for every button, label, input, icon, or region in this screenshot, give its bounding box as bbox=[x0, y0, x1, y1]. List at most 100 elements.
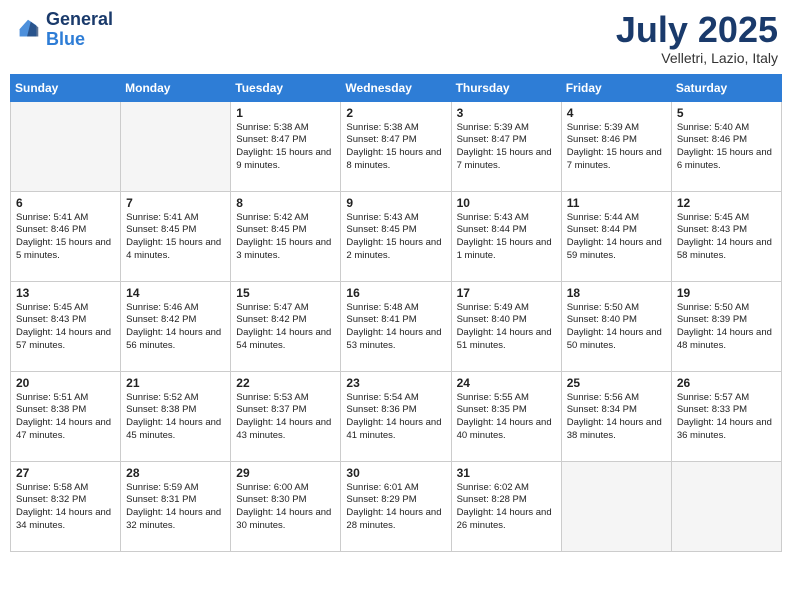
day-number: 16 bbox=[346, 286, 445, 300]
day-detail: Sunrise: 5:41 AMSunset: 8:45 PMDaylight:… bbox=[126, 212, 225, 263]
day-number: 2 bbox=[346, 106, 445, 120]
day-number: 11 bbox=[567, 196, 666, 210]
calendar-cell bbox=[11, 101, 121, 191]
page-header: General Blue July 2025 Velletri, Lazio, … bbox=[10, 10, 782, 66]
calendar-cell bbox=[671, 461, 781, 551]
day-detail: Sunrise: 5:52 AMSunset: 8:38 PMDaylight:… bbox=[126, 392, 225, 443]
day-detail: Sunrise: 5:40 AMSunset: 8:46 PMDaylight:… bbox=[677, 122, 776, 173]
calendar-cell: 24 Sunrise: 5:55 AMSunset: 8:35 PMDaylig… bbox=[451, 371, 561, 461]
day-number: 15 bbox=[236, 286, 335, 300]
day-detail: Sunrise: 5:49 AMSunset: 8:40 PMDaylight:… bbox=[457, 302, 556, 353]
logo-icon bbox=[14, 16, 42, 44]
calendar-cell: 27 Sunrise: 5:58 AMSunset: 8:32 PMDaylig… bbox=[11, 461, 121, 551]
calendar-cell: 29 Sunrise: 6:00 AMSunset: 8:30 PMDaylig… bbox=[231, 461, 341, 551]
calendar-cell: 25 Sunrise: 5:56 AMSunset: 8:34 PMDaylig… bbox=[561, 371, 671, 461]
day-number: 8 bbox=[236, 196, 335, 210]
calendar-cell: 7 Sunrise: 5:41 AMSunset: 8:45 PMDayligh… bbox=[121, 191, 231, 281]
day-number: 10 bbox=[457, 196, 556, 210]
day-number: 21 bbox=[126, 376, 225, 390]
day-detail: Sunrise: 5:56 AMSunset: 8:34 PMDaylight:… bbox=[567, 392, 666, 443]
calendar-cell: 31 Sunrise: 6:02 AMSunset: 8:28 PMDaylig… bbox=[451, 461, 561, 551]
day-detail: Sunrise: 5:42 AMSunset: 8:45 PMDaylight:… bbox=[236, 212, 335, 263]
calendar-cell: 10 Sunrise: 5:43 AMSunset: 8:44 PMDaylig… bbox=[451, 191, 561, 281]
calendar-cell: 28 Sunrise: 5:59 AMSunset: 8:31 PMDaylig… bbox=[121, 461, 231, 551]
day-detail: Sunrise: 5:57 AMSunset: 8:33 PMDaylight:… bbox=[677, 392, 776, 443]
day-number: 20 bbox=[16, 376, 115, 390]
calendar-cell: 13 Sunrise: 5:45 AMSunset: 8:43 PMDaylig… bbox=[11, 281, 121, 371]
day-detail: Sunrise: 6:01 AMSunset: 8:29 PMDaylight:… bbox=[346, 482, 445, 533]
day-number: 27 bbox=[16, 466, 115, 480]
day-detail: Sunrise: 6:00 AMSunset: 8:30 PMDaylight:… bbox=[236, 482, 335, 533]
dow-header: Wednesday bbox=[341, 74, 451, 101]
day-detail: Sunrise: 5:59 AMSunset: 8:31 PMDaylight:… bbox=[126, 482, 225, 533]
day-detail: Sunrise: 5:58 AMSunset: 8:32 PMDaylight:… bbox=[16, 482, 115, 533]
calendar-cell: 21 Sunrise: 5:52 AMSunset: 8:38 PMDaylig… bbox=[121, 371, 231, 461]
day-number: 23 bbox=[346, 376, 445, 390]
title-block: July 2025 Velletri, Lazio, Italy bbox=[616, 10, 778, 66]
dow-header: Monday bbox=[121, 74, 231, 101]
calendar-cell: 14 Sunrise: 5:46 AMSunset: 8:42 PMDaylig… bbox=[121, 281, 231, 371]
calendar-cell: 3 Sunrise: 5:39 AMSunset: 8:47 PMDayligh… bbox=[451, 101, 561, 191]
day-number: 12 bbox=[677, 196, 776, 210]
day-number: 18 bbox=[567, 286, 666, 300]
logo-text: General Blue bbox=[46, 10, 113, 50]
day-detail: Sunrise: 5:46 AMSunset: 8:42 PMDaylight:… bbox=[126, 302, 225, 353]
day-detail: Sunrise: 5:53 AMSunset: 8:37 PMDaylight:… bbox=[236, 392, 335, 443]
dow-header: Friday bbox=[561, 74, 671, 101]
day-number: 5 bbox=[677, 106, 776, 120]
day-detail: Sunrise: 5:55 AMSunset: 8:35 PMDaylight:… bbox=[457, 392, 556, 443]
calendar-week-row: 1 Sunrise: 5:38 AMSunset: 8:47 PMDayligh… bbox=[11, 101, 782, 191]
calendar-cell: 15 Sunrise: 5:47 AMSunset: 8:42 PMDaylig… bbox=[231, 281, 341, 371]
calendar-cell: 4 Sunrise: 5:39 AMSunset: 8:46 PMDayligh… bbox=[561, 101, 671, 191]
day-detail: Sunrise: 5:39 AMSunset: 8:47 PMDaylight:… bbox=[457, 122, 556, 173]
day-detail: Sunrise: 5:51 AMSunset: 8:38 PMDaylight:… bbox=[16, 392, 115, 443]
day-number: 1 bbox=[236, 106, 335, 120]
calendar-week-row: 20 Sunrise: 5:51 AMSunset: 8:38 PMDaylig… bbox=[11, 371, 782, 461]
calendar-week-row: 6 Sunrise: 5:41 AMSunset: 8:46 PMDayligh… bbox=[11, 191, 782, 281]
calendar-cell: 20 Sunrise: 5:51 AMSunset: 8:38 PMDaylig… bbox=[11, 371, 121, 461]
day-number: 7 bbox=[126, 196, 225, 210]
calendar-cell: 5 Sunrise: 5:40 AMSunset: 8:46 PMDayligh… bbox=[671, 101, 781, 191]
calendar-week-row: 13 Sunrise: 5:45 AMSunset: 8:43 PMDaylig… bbox=[11, 281, 782, 371]
day-number: 30 bbox=[346, 466, 445, 480]
logo: General Blue bbox=[14, 10, 113, 50]
day-number: 6 bbox=[16, 196, 115, 210]
calendar-cell: 16 Sunrise: 5:48 AMSunset: 8:41 PMDaylig… bbox=[341, 281, 451, 371]
calendar-cell: 30 Sunrise: 6:01 AMSunset: 8:29 PMDaylig… bbox=[341, 461, 451, 551]
calendar-body: 1 Sunrise: 5:38 AMSunset: 8:47 PMDayligh… bbox=[11, 101, 782, 551]
day-number: 9 bbox=[346, 196, 445, 210]
calendar-cell: 26 Sunrise: 5:57 AMSunset: 8:33 PMDaylig… bbox=[671, 371, 781, 461]
day-detail: Sunrise: 5:45 AMSunset: 8:43 PMDaylight:… bbox=[677, 212, 776, 263]
calendar-week-row: 27 Sunrise: 5:58 AMSunset: 8:32 PMDaylig… bbox=[11, 461, 782, 551]
day-detail: Sunrise: 5:44 AMSunset: 8:44 PMDaylight:… bbox=[567, 212, 666, 263]
calendar-cell bbox=[121, 101, 231, 191]
dow-header: Sunday bbox=[11, 74, 121, 101]
calendar-cell: 23 Sunrise: 5:54 AMSunset: 8:36 PMDaylig… bbox=[341, 371, 451, 461]
day-detail: Sunrise: 5:39 AMSunset: 8:46 PMDaylight:… bbox=[567, 122, 666, 173]
calendar-cell: 11 Sunrise: 5:44 AMSunset: 8:44 PMDaylig… bbox=[561, 191, 671, 281]
day-detail: Sunrise: 5:47 AMSunset: 8:42 PMDaylight:… bbox=[236, 302, 335, 353]
day-detail: Sunrise: 5:54 AMSunset: 8:36 PMDaylight:… bbox=[346, 392, 445, 443]
dow-header: Tuesday bbox=[231, 74, 341, 101]
calendar-cell: 9 Sunrise: 5:43 AMSunset: 8:45 PMDayligh… bbox=[341, 191, 451, 281]
day-detail: Sunrise: 5:45 AMSunset: 8:43 PMDaylight:… bbox=[16, 302, 115, 353]
day-detail: Sunrise: 6:02 AMSunset: 8:28 PMDaylight:… bbox=[457, 482, 556, 533]
day-detail: Sunrise: 5:43 AMSunset: 8:44 PMDaylight:… bbox=[457, 212, 556, 263]
days-of-week-row: SundayMondayTuesdayWednesdayThursdayFrid… bbox=[11, 74, 782, 101]
calendar-cell: 18 Sunrise: 5:50 AMSunset: 8:40 PMDaylig… bbox=[561, 281, 671, 371]
calendar-cell: 17 Sunrise: 5:49 AMSunset: 8:40 PMDaylig… bbox=[451, 281, 561, 371]
day-number: 31 bbox=[457, 466, 556, 480]
day-number: 14 bbox=[126, 286, 225, 300]
calendar-cell: 8 Sunrise: 5:42 AMSunset: 8:45 PMDayligh… bbox=[231, 191, 341, 281]
day-number: 3 bbox=[457, 106, 556, 120]
dow-header: Saturday bbox=[671, 74, 781, 101]
calendar-table: SundayMondayTuesdayWednesdayThursdayFrid… bbox=[10, 74, 782, 552]
day-number: 29 bbox=[236, 466, 335, 480]
calendar-cell: 12 Sunrise: 5:45 AMSunset: 8:43 PMDaylig… bbox=[671, 191, 781, 281]
calendar-cell: 2 Sunrise: 5:38 AMSunset: 8:47 PMDayligh… bbox=[341, 101, 451, 191]
dow-header: Thursday bbox=[451, 74, 561, 101]
day-detail: Sunrise: 5:38 AMSunset: 8:47 PMDaylight:… bbox=[346, 122, 445, 173]
calendar-cell bbox=[561, 461, 671, 551]
day-number: 24 bbox=[457, 376, 556, 390]
month-title: July 2025 bbox=[616, 10, 778, 50]
